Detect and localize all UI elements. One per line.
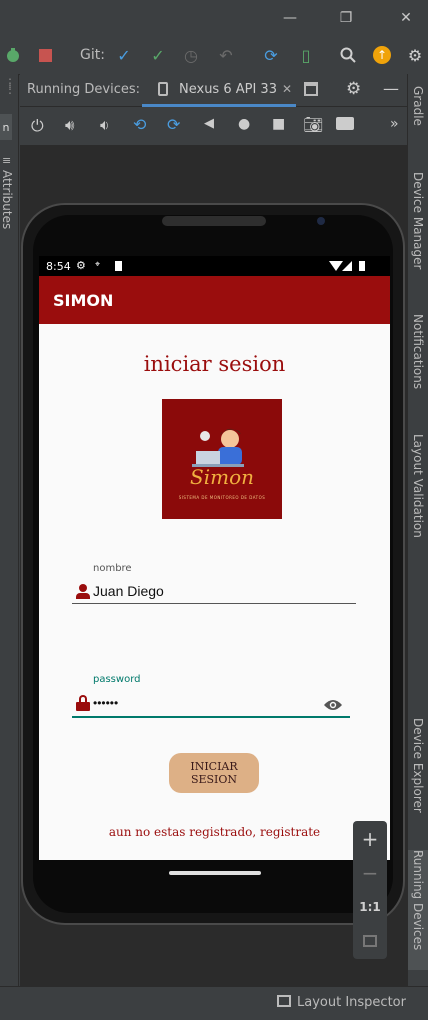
partial-panel-tab[interactable]: n xyxy=(0,114,12,140)
restore-icon[interactable]: ❐ xyxy=(336,8,356,28)
sync-project-icon[interactable]: ⟳ xyxy=(260,44,282,66)
settings-status-icon: ⚙ xyxy=(76,259,86,272)
debug-icon[interactable] xyxy=(2,44,24,66)
app-screen: 8:54 ⚙ ⌖ SIMON iniciar sesion Simon SIST… xyxy=(39,256,390,860)
actual-size-button[interactable]: 1:1 xyxy=(353,891,387,923)
app-bar: SIMON xyxy=(39,276,390,324)
tab-close-icon[interactable]: ✕ xyxy=(282,82,292,96)
layout-inspector-icon xyxy=(277,995,291,1007)
gradle-tab[interactable]: Gradle xyxy=(408,86,428,126)
device-manager-tab[interactable]: Device Manager xyxy=(408,172,428,269)
tab-nexus-6[interactable]: Nexus 6 API 33 ✕ xyxy=(142,74,296,107)
power-icon[interactable]: ⏻ xyxy=(31,116,44,136)
logo-text: Simon xyxy=(190,465,254,489)
git-update-icon[interactable]: ✓ xyxy=(114,44,134,66)
gesture-bar[interactable] xyxy=(169,871,261,875)
nombre-label: nombre xyxy=(93,563,132,574)
simon-logo: Simon SISTEMA DE MONITOREO DE DATOS xyxy=(162,399,282,519)
status-time: 8:54 xyxy=(46,260,71,273)
rotate-right-icon[interactable]: ⟳ xyxy=(167,115,180,134)
git-label: Git: xyxy=(80,47,105,63)
ide-status-bar: Layout Inspector xyxy=(0,986,428,1020)
overview-icon[interactable]: ■ xyxy=(272,116,285,132)
volume-down-icon[interactable]: 🔉︎ xyxy=(100,116,109,134)
running-devices-tabbar: ⋮ Running Devices: Nexus 6 API 33 ✕ ⚙ — xyxy=(4,74,408,107)
show-password-icon[interactable] xyxy=(323,697,343,711)
attributes-icon: ≡ xyxy=(2,154,12,167)
history-icon[interactable]: ◷ xyxy=(181,44,201,66)
drag-handle-icon[interactable]: ⋮ xyxy=(4,82,16,96)
right-tool-strip: Gradle Device Manager Notifications Layo… xyxy=(407,74,428,986)
phone-camera xyxy=(317,217,325,225)
attributes-tab[interactable]: Attributes xyxy=(0,170,14,229)
zoom-controls: + − 1:1 xyxy=(353,821,387,959)
main-toolbar: Git: ✓ ✓ ◷ ↶ ⟳ ▯ ↑ ⚙ xyxy=(0,36,428,75)
update-icon[interactable]: ↑ xyxy=(372,44,392,66)
screenshot-icon[interactable]: 📷︎ xyxy=(303,115,323,134)
close-icon[interactable]: ✕ xyxy=(396,8,416,28)
home-icon[interactable]: ● xyxy=(238,116,250,132)
zoom-in-button[interactable]: + xyxy=(353,823,387,855)
fit-screen-icon[interactable] xyxy=(353,925,387,957)
notifications-tab[interactable]: Notifications xyxy=(408,314,428,389)
running-devices-tab[interactable]: Running Devices xyxy=(408,850,428,970)
login-button[interactable]: INICIAR SESION xyxy=(169,753,259,793)
wifi-icon xyxy=(329,261,343,271)
nombre-input[interactable]: Juan Diego xyxy=(93,583,164,599)
back-icon[interactable]: ◀ xyxy=(204,116,214,131)
page-title: iniciar sesion xyxy=(143,352,286,376)
minimize-icon[interactable]: — xyxy=(280,8,300,28)
location-status-icon: ⌖ xyxy=(95,260,101,270)
settings-icon[interactable]: ⚙ xyxy=(405,44,425,66)
device-explorer-tab[interactable]: Device Explorer xyxy=(408,718,428,813)
search-icon[interactable] xyxy=(337,44,359,66)
password-input[interactable]: •••••• xyxy=(93,696,118,710)
more-icon[interactable]: » xyxy=(390,116,399,132)
zoom-out-button[interactable]: − xyxy=(353,857,387,889)
running-devices-label: Running Devices: xyxy=(27,82,141,97)
window-titlebar: — ❐ ✕ xyxy=(0,0,428,36)
register-link[interactable]: aun no estas registrado, registrate xyxy=(39,825,390,839)
hide-panel-icon[interactable]: — xyxy=(383,79,399,98)
stop-icon[interactable] xyxy=(36,44,54,66)
nombre-underline xyxy=(72,603,356,604)
rollback-icon[interactable]: ↶ xyxy=(216,44,236,66)
rotate-left-icon[interactable]: ⟲ xyxy=(133,115,146,134)
device-manager-icon[interactable]: ▯ xyxy=(296,44,316,66)
phone-speaker xyxy=(162,216,266,226)
app-title: SIMON xyxy=(53,291,114,310)
person-icon xyxy=(76,584,90,600)
phone-device-icon xyxy=(158,82,168,96)
settings-icon[interactable]: ⚙ xyxy=(346,79,361,99)
tab-label: Nexus 6 API 33 xyxy=(179,82,277,97)
password-label: password xyxy=(93,674,141,685)
layout-validation-tab[interactable]: Layout Validation xyxy=(408,434,428,538)
password-underline xyxy=(72,716,350,718)
volume-up-icon[interactable]: 🔊︎ xyxy=(65,116,74,134)
layout-inspector-button[interactable]: Layout Inspector xyxy=(297,995,406,1010)
battery-icon xyxy=(359,261,365,271)
device-controls-bar: ⏻ 🔊︎ 🔉︎ ⟲ ⟳ ◀ ● ■ 📷︎ » xyxy=(20,107,408,146)
git-commit-icon[interactable]: ✓ xyxy=(148,44,168,66)
window-layout-icon[interactable] xyxy=(304,82,318,96)
signal-icon xyxy=(342,261,352,271)
lock-icon xyxy=(76,695,90,711)
logo-subtitle: SISTEMA DE MONITOREO DE DATOS xyxy=(178,495,266,500)
sd-card-icon xyxy=(115,261,122,271)
left-tool-strip: ⋮ n ≡ Attributes xyxy=(0,74,19,986)
android-status-bar: 8:54 ⚙ ⌖ xyxy=(39,256,390,276)
screen-record-icon[interactable] xyxy=(336,117,354,130)
